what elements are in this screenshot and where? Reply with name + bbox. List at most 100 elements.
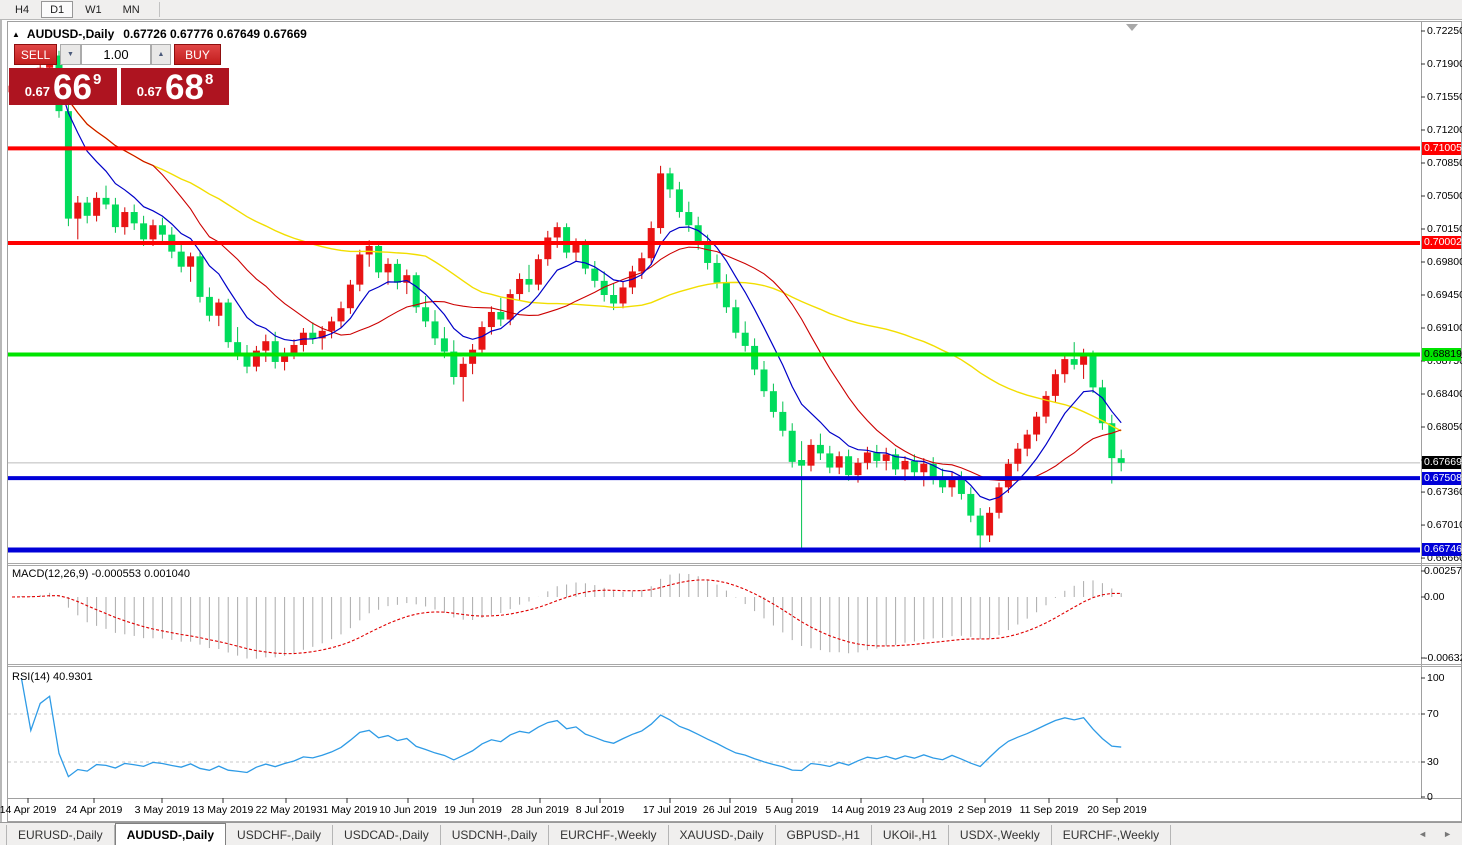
tab-scroll-left-icon[interactable]: ◄	[1418, 829, 1427, 839]
tab-usdchf-daily[interactable]: USDCHF-,Daily	[226, 825, 334, 845]
bid-price-big: 66	[53, 68, 92, 107]
tab-eurusd-daily[interactable]: EURUSD-,Daily	[6, 825, 115, 845]
candle-down	[826, 453, 834, 468]
level-price-label: 0.67508	[1422, 471, 1462, 485]
candle-down	[1089, 353, 1097, 388]
price-tick-label: 0.71200	[1427, 123, 1462, 136]
candle-up	[74, 202, 82, 219]
price-pane	[8, 48, 1420, 553]
candle-up	[863, 452, 871, 463]
tab-scroll-arrows: ◄ ►	[1418, 823, 1452, 845]
timeframe-button-h4[interactable]: H4	[6, 1, 38, 18]
timeframe-toolbar: H4 D1 W1 MN	[0, 0, 1462, 20]
candle-down	[666, 173, 674, 190]
timeframe-button-d1[interactable]: D1	[41, 1, 74, 18]
tab-scroll-right-icon[interactable]: ►	[1443, 829, 1452, 839]
candle-up	[807, 444, 815, 466]
timeframe-button-w1[interactable]: W1	[76, 1, 111, 18]
volume-increase-button[interactable]: ▲	[151, 44, 171, 65]
date-label: 22 May 2019	[255, 804, 317, 816]
macd-tick-label: 0.00	[1424, 591, 1445, 603]
one-click-trade-widget: SELL ▼ 1.00 ▲ BUY 0.67 66 9 0.67 68 8	[9, 44, 231, 106]
candle-up	[1051, 374, 1059, 396]
candle-down	[1070, 359, 1078, 365]
bid-price-pip: 9	[92, 71, 102, 88]
sell-button[interactable]: SELL	[14, 44, 57, 65]
candle-up	[553, 227, 561, 238]
candle-down	[1108, 423, 1116, 459]
candle-down	[732, 307, 740, 333]
tab-usdcad-daily[interactable]: USDCAD-,Daily	[333, 825, 441, 845]
volume-input[interactable]: 1.00	[81, 44, 151, 65]
candle-down	[497, 311, 505, 320]
candle-down	[845, 456, 853, 476]
ask-price-pip: 8	[204, 71, 214, 88]
macd-indicator-label: MACD(12,26,9) -0.000553 0.001040	[12, 568, 190, 580]
candle-up	[657, 173, 665, 229]
tab-eurchf-weekly[interactable]: EURCHF-,Weekly	[1052, 825, 1172, 845]
candle-down	[1098, 387, 1106, 424]
candle-up	[572, 244, 580, 253]
volume-decrease-button[interactable]: ▼	[60, 44, 81, 65]
tab-xauusd-daily[interactable]: XAUUSD-,Daily	[669, 825, 776, 845]
price-tick-label: 0.71550	[1427, 91, 1462, 103]
date-label: 20 Sep 2019	[1087, 804, 1147, 816]
date-label: 3 May 2019	[134, 804, 190, 816]
level-price-label: 0.66746	[1422, 543, 1462, 557]
date-label: 8 Jul 2019	[575, 804, 625, 816]
candle-down	[64, 111, 72, 219]
candle-up	[262, 341, 270, 351]
price-tick-label: 0.68400	[1427, 387, 1462, 400]
price-tick-label: 0.70150	[1427, 222, 1462, 235]
candle-up	[469, 349, 477, 364]
candle-down	[976, 515, 984, 536]
date-label: 17 Jul 2019	[642, 804, 698, 816]
ask-price-panel[interactable]: 0.67 68 8	[121, 68, 229, 105]
collapse-arrow-icon[interactable]: ▲	[12, 30, 20, 39]
chart-canvas[interactable]	[0, 0, 1462, 845]
candle-up	[459, 363, 467, 378]
candle-down	[741, 332, 749, 346]
candle-up	[995, 487, 1003, 513]
candle-up	[1014, 448, 1022, 464]
candle-down	[685, 212, 693, 226]
timeframe-button-mn[interactable]: MN	[114, 1, 149, 18]
candle-down	[412, 275, 420, 308]
price-tick-label: 0.68050	[1427, 420, 1462, 433]
candle-up	[215, 302, 223, 316]
tab-eurchf-weekly[interactable]: EURCHF-,Weekly	[549, 825, 669, 845]
candle-down	[224, 302, 232, 343]
date-label: 31 May 2019	[316, 804, 378, 816]
current-price-label: 0.67669	[1422, 456, 1462, 470]
tab-usdcnh-daily[interactable]: USDCNH-,Daily	[441, 825, 550, 845]
buy-button[interactable]: BUY	[174, 44, 221, 65]
price-tick-label: 0.69450	[1427, 289, 1462, 301]
date-label: 13 May 2019	[192, 804, 254, 816]
candle-down	[581, 244, 589, 269]
date-label: 24 Apr 2019	[65, 804, 123, 816]
candle-down	[610, 295, 618, 304]
tab-audusd-daily[interactable]: AUDUSD-,Daily	[114, 823, 227, 845]
trading-platform-window: H4 D1 W1 MN ▲ AUDUSD-,Daily 0.67726 0.67776…	[0, 0, 1462, 845]
candle-up	[337, 308, 345, 322]
candle-up	[835, 456, 843, 468]
tab-ukoil-h1[interactable]: UKOil-,H1	[872, 825, 949, 845]
candle-down	[816, 444, 824, 454]
date-label: 28 Jun 2019	[511, 804, 569, 816]
price-tick-label: 0.70500	[1427, 190, 1462, 202]
candle-up	[187, 256, 195, 267]
bid-price-panel[interactable]: 0.67 66 9	[9, 68, 117, 105]
tab-usdx-weekly[interactable]: USDX-,Weekly	[949, 825, 1052, 845]
tab-gbpusd-h1[interactable]: GBPUSD-,H1	[776, 825, 872, 845]
candle-down	[563, 227, 571, 253]
chart-shift-marker-icon	[1126, 24, 1138, 31]
candle-up	[93, 197, 101, 216]
candle-up	[901, 460, 909, 470]
price-tick-label: 0.72250	[1427, 25, 1462, 37]
candle-down	[422, 307, 430, 322]
candle-up	[534, 259, 542, 285]
chart-ohlc-values: 0.67726 0.67776 0.67649 0.67669	[123, 27, 307, 41]
candle-down	[205, 296, 213, 316]
rsi-pane	[8, 677, 1420, 778]
candle-down	[694, 225, 702, 244]
